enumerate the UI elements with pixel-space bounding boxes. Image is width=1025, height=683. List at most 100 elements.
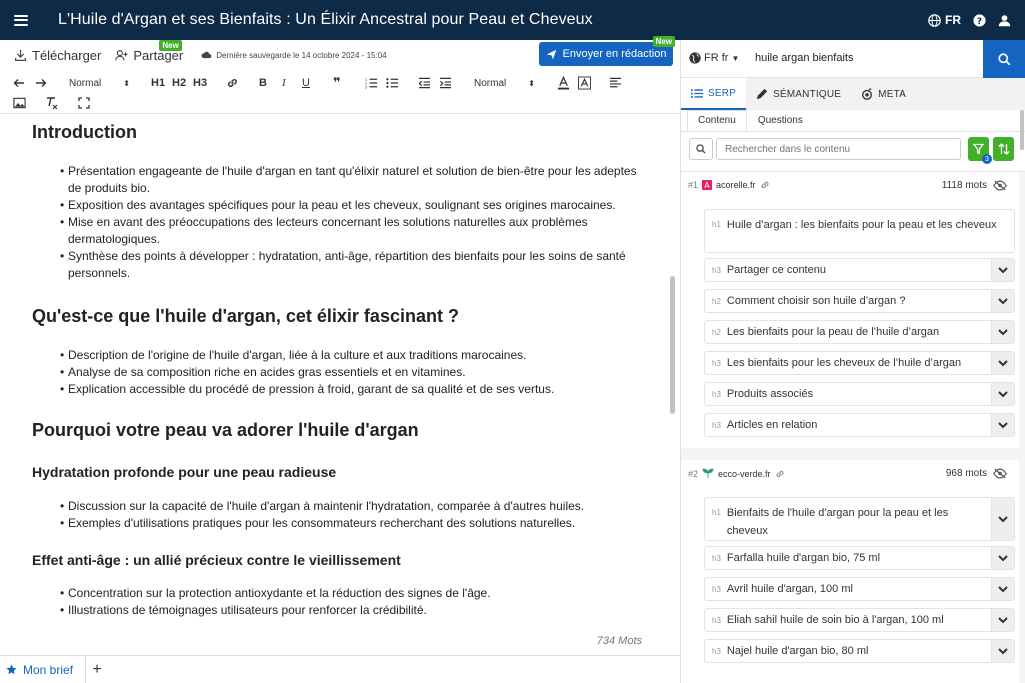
panel-scrollbar[interactable]: [1020, 110, 1024, 150]
heading-tag: h1: [712, 220, 721, 229]
tab-label: Mon brief: [23, 662, 74, 677]
subtab-questions[interactable]: Questions: [747, 110, 814, 131]
outdent-icon[interactable]: [418, 75, 431, 91]
tab-semantique[interactable]: SÉMANTIQUE: [746, 78, 851, 110]
heading-text: Avril huile d'argan, 100 ml: [726, 583, 853, 595]
language-switcher[interactable]: FR: [928, 13, 961, 27]
spiral-icon: [862, 88, 873, 100]
image-icon[interactable]: [13, 95, 26, 111]
heading-row[interactable]: h3 Produits associés: [704, 382, 1015, 406]
blockquote-button[interactable]: ❞: [333, 75, 341, 91]
fullscreen-icon[interactable]: [78, 95, 90, 111]
heading-row[interactable]: h1 Huile d’argan : les bienfaits pour la…: [704, 209, 1015, 253]
list-item: Discussion sur la capacité de l'huile d'…: [60, 498, 640, 515]
svg-text:3: 3: [365, 86, 367, 90]
caret-down-icon: ▼: [731, 53, 740, 63]
align-icon[interactable]: [609, 75, 622, 91]
bold-button[interactable]: B: [259, 75, 267, 91]
heading-text: Les bienfaits pour la peau de l’huile d’…: [726, 326, 940, 338]
heading-tag: h2: [712, 296, 721, 306]
send-to-writing-button[interactable]: Envoyer en rédaction New: [539, 36, 675, 66]
eye-slash-icon[interactable]: [993, 468, 1007, 479]
chevron-down-icon[interactable]: [991, 383, 1014, 405]
heading-row[interactable]: h3 Articles en relation: [704, 413, 1015, 437]
heading-row[interactable]: h2 Les bienfaits pour la peau de l’huile…: [704, 320, 1015, 344]
heading-row[interactable]: h3 Farfalla huile d'argan bio, 75 ml: [704, 546, 1015, 570]
highlight-color-icon[interactable]: [578, 75, 591, 91]
heading-text: Comment choisir son huile d’argan ?: [726, 295, 906, 307]
chevron-down-icon[interactable]: [991, 547, 1014, 569]
h3-button[interactable]: H3: [193, 75, 207, 91]
heading-2: Qu'est-ce que l'huile d'argan, cet élixi…: [32, 306, 459, 326]
chevron-down-icon[interactable]: [991, 640, 1014, 662]
italic-button[interactable]: I: [282, 75, 286, 91]
link-icon[interactable]: [775, 469, 785, 479]
heading-text: Articles en relation: [726, 419, 818, 431]
heading-row[interactable]: h1 Bienfaits de l'huile d'argan pour la …: [704, 497, 1015, 541]
heading-tag: h3: [712, 615, 721, 625]
new-badge: New: [652, 36, 675, 47]
h2-button[interactable]: H2: [172, 75, 186, 91]
chevron-down-icon[interactable]: [991, 259, 1014, 281]
chevron-down-icon[interactable]: [991, 609, 1014, 631]
heading-row[interactable]: h3 Les bienfaits pour les cheveux de l’h…: [704, 351, 1015, 375]
keyword-input[interactable]: huile argan bienfaits: [755, 52, 853, 64]
list-item: Mise en avant des préoccupations des lec…: [60, 214, 640, 248]
chevron-down-icon[interactable]: [991, 290, 1014, 312]
heading-row[interactable]: h3 Partager ce contenu: [704, 258, 1015, 282]
bullet-list: Discussion sur la capacité de l'huile d'…: [60, 498, 640, 532]
subtab-contenu[interactable]: Contenu: [687, 110, 747, 131]
language-select[interactable]: FR fr ▼: [689, 52, 739, 64]
redo-icon[interactable]: [35, 75, 47, 91]
tab-mon-brief[interactable]: Mon brief: [0, 656, 87, 683]
search-button[interactable]: [983, 40, 1025, 78]
indent-icon[interactable]: [439, 75, 452, 91]
search-icon: [696, 144, 706, 154]
result-domain[interactable]: acorelle.fr: [716, 180, 756, 190]
clear-format-icon[interactable]: [45, 95, 59, 111]
result-domain[interactable]: ecco-verde.fr: [718, 469, 771, 479]
bullet-list-icon[interactable]: [386, 75, 399, 91]
panel-tabs: SERP SÉMANTIQUE META: [681, 78, 1025, 110]
chevron-down-icon[interactable]: [991, 578, 1014, 600]
italic-label: I: [282, 77, 286, 89]
text-color-icon[interactable]: [557, 75, 570, 91]
content-search-input[interactable]: [716, 138, 961, 160]
site-favicon-icon: [702, 468, 714, 478]
serp-result: #2 ecco-verde.fr 968 mots h1 Bienfaits d…: [681, 460, 1019, 683]
chevron-down-icon[interactable]: [991, 321, 1014, 343]
heading-row[interactable]: h3 Avril huile d'argan, 100 ml: [704, 577, 1015, 601]
help-icon[interactable]: ?: [973, 13, 986, 27]
chevron-down-icon[interactable]: [991, 498, 1014, 540]
share-button[interactable]: Partager New: [115, 39, 183, 63]
undo-icon[interactable]: [13, 75, 25, 91]
menu-icon[interactable]: [14, 14, 28, 26]
editor-scrollbar[interactable]: [670, 276, 675, 414]
editor-content[interactable]: Introduction Présentation engageante de …: [0, 114, 668, 654]
font-size-select[interactable]: Normal ⬍: [474, 75, 535, 91]
sort-button[interactable]: [993, 137, 1014, 161]
add-tab-button[interactable]: +: [86, 656, 108, 683]
heading-text: Les bienfaits pour les cheveux de l’huil…: [726, 357, 962, 369]
h1-button[interactable]: H1: [151, 75, 165, 91]
ordered-list-icon[interactable]: 123: [365, 75, 378, 91]
chevron-down-icon[interactable]: [991, 352, 1014, 374]
heading-row[interactable]: h3 Najel huile d'argan bio, 80 ml: [704, 639, 1015, 663]
document-title: L'Huile d'Argan et ses Bienfaits : Un Él…: [58, 11, 593, 28]
tab-serp[interactable]: SERP: [681, 78, 747, 110]
filter-button[interactable]: 3: [968, 137, 992, 164]
eye-slash-icon[interactable]: [993, 180, 1007, 191]
download-button[interactable]: Télécharger: [14, 48, 101, 63]
link-icon[interactable]: [760, 180, 770, 190]
block-style-select[interactable]: Normal ⬍: [69, 75, 130, 91]
user-icon[interactable]: [998, 14, 1011, 27]
tab-meta[interactable]: META: [851, 78, 916, 110]
link-icon[interactable]: [226, 75, 239, 91]
heading-3: Effet anti-âge : un allié précieux contr…: [32, 552, 401, 568]
underline-button[interactable]: U: [302, 75, 310, 91]
filter-search-button[interactable]: [689, 138, 713, 160]
heading-text: Partager ce contenu: [726, 264, 826, 276]
heading-row[interactable]: h3 Eliah sahil huile de soin bio à l'arg…: [704, 608, 1015, 632]
heading-row[interactable]: h2 Comment choisir son huile d’argan ?: [704, 289, 1015, 313]
chevron-down-icon[interactable]: [991, 414, 1014, 436]
